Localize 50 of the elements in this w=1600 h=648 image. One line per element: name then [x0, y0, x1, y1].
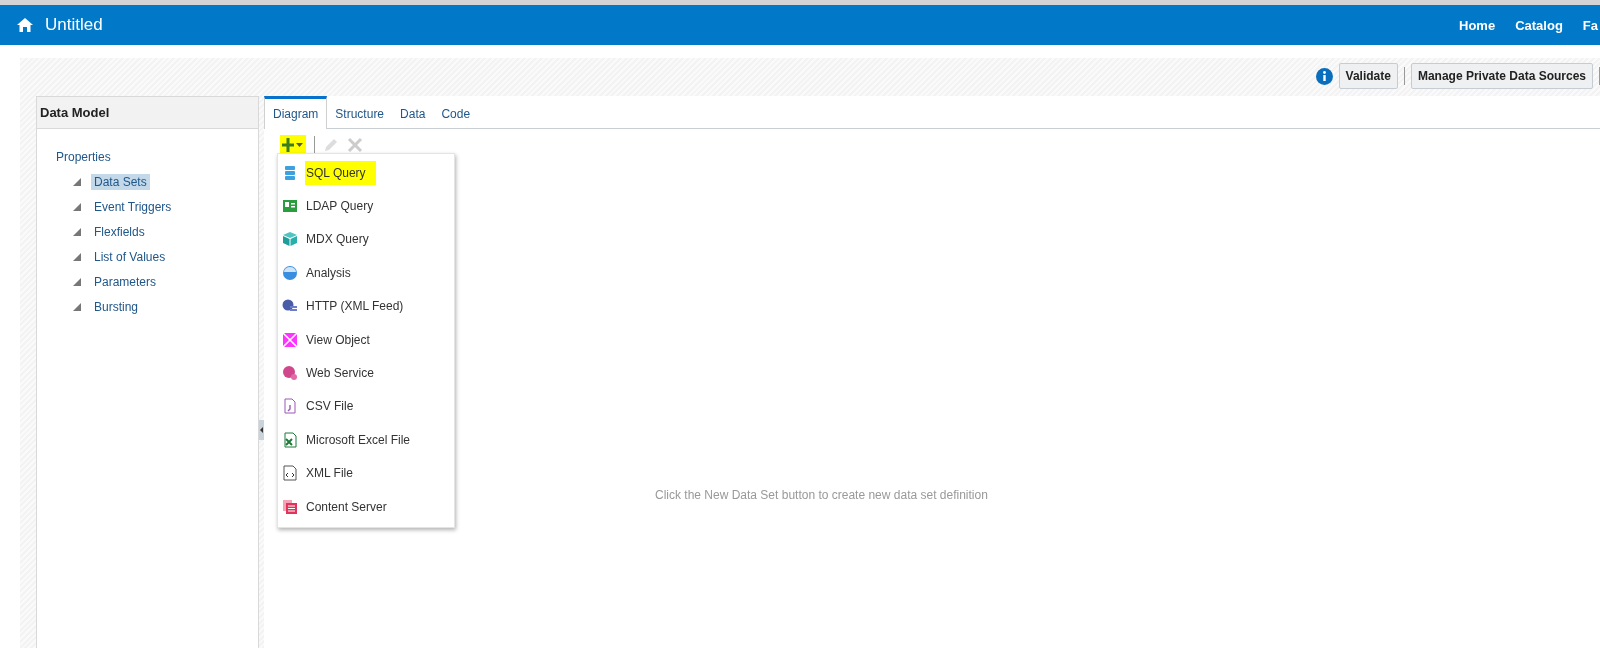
documents-icon — [282, 498, 298, 515]
tab[interactable]: Data — [392, 96, 434, 129]
menu-item[interactable]: XML File — [305, 466, 354, 481]
menu-item[interactable]: LDAP Query — [305, 199, 375, 214]
tree-item[interactable]: List of Values — [91, 248, 169, 265]
id-card-icon — [282, 198, 298, 215]
tree-item[interactable]: Parameters — [91, 273, 160, 290]
menu-item[interactable]: Web Service — [305, 366, 375, 381]
tree-item[interactable]: Data Sets — [91, 173, 150, 190]
triangle-icon[interactable] — [73, 202, 81, 211]
code-file-icon — [282, 465, 298, 482]
menu-item[interactable]: HTTP (XML Feed) — [305, 299, 405, 314]
triangle-icon[interactable] — [73, 252, 81, 261]
globe-gear-icon — [282, 365, 298, 382]
menu-item[interactable]: Analysis — [305, 265, 352, 280]
tab[interactable]: Structure — [327, 96, 393, 129]
menu-item[interactable]: View Object — [305, 332, 371, 347]
spreadsheet-file-icon — [282, 431, 298, 448]
nav-link[interactable]: Fa — [1582, 17, 1598, 33]
triangle-icon[interactable] — [73, 177, 81, 186]
triangle-icon[interactable] — [73, 227, 81, 236]
panel-title: Data Model — [37, 97, 258, 129]
view-object-icon — [282, 331, 298, 348]
menu-item[interactable]: MDX Query — [305, 232, 370, 247]
triangle-icon[interactable] — [73, 277, 81, 286]
analysis-icon — [282, 264, 298, 281]
nav-link[interactable]: Home — [1459, 17, 1496, 33]
triangle-icon[interactable] — [73, 302, 81, 311]
tab[interactable]: Code — [433, 96, 479, 129]
toolbar-button[interactable]: Manage Private Data Sources — [1410, 63, 1593, 89]
home-icon[interactable] — [17, 18, 33, 32]
toolbar-button[interactable]: Validate — [1338, 63, 1398, 89]
empty-hint: Click the New Data Set button to create new data set definition — [655, 488, 988, 502]
add-button[interactable] — [280, 135, 306, 155]
tab[interactable]: Diagram — [264, 96, 328, 129]
menu-item[interactable]: Content Server — [305, 499, 388, 514]
menu-item[interactable]: SQL Query — [305, 160, 376, 185]
nav-link[interactable]: Catalog — [1515, 17, 1563, 33]
menu-item[interactable]: CSV File — [305, 399, 355, 414]
csv-file-icon — [282, 398, 298, 415]
menu-item[interactable]: Microsoft Excel File — [305, 432, 412, 447]
info-icon[interactable] — [1315, 67, 1333, 85]
page-title: Untitled — [45, 15, 104, 35]
tree-item[interactable]: Properties — [53, 148, 114, 165]
database-icon — [282, 164, 298, 181]
cube-icon — [282, 231, 298, 248]
tree-item[interactable]: Flexfields — [91, 223, 148, 240]
collapse-handle[interactable] — [259, 419, 264, 440]
tree-item[interactable]: Bursting — [91, 298, 142, 315]
tree-item[interactable]: Event Triggers — [91, 198, 175, 215]
